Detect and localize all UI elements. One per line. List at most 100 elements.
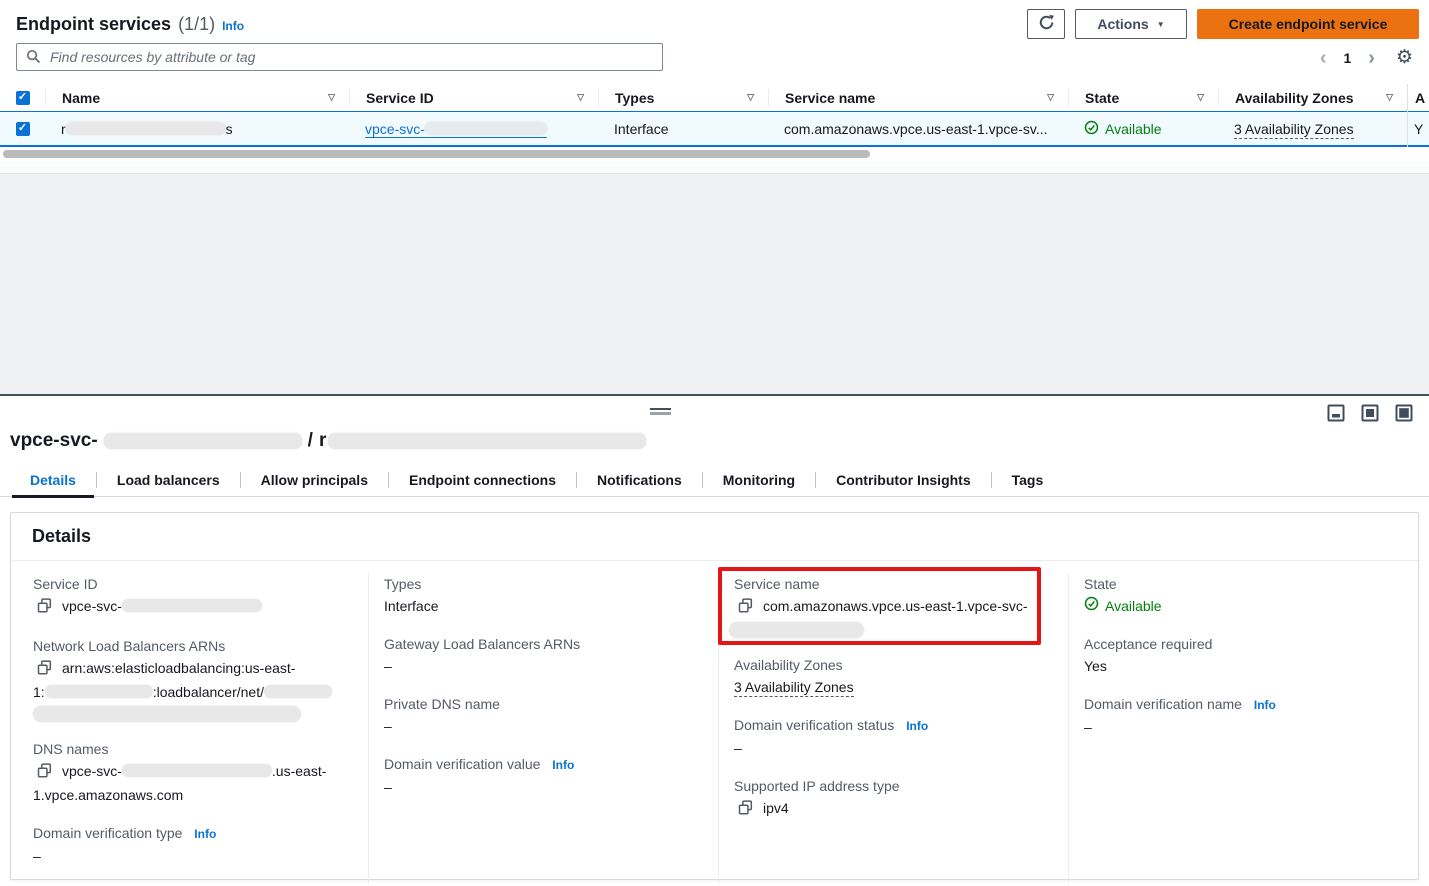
split-panel-maximize-icon[interactable] [1395, 404, 1413, 427]
sort-icon[interactable]: ▽ [577, 92, 598, 103]
previous-page-button[interactable]: ‹ [1320, 48, 1327, 68]
copy-icon[interactable] [37, 765, 52, 781]
details-column-1: Service ID vpce-svc- Network Load Balanc… [11, 573, 368, 883]
copy-icon[interactable] [738, 802, 753, 818]
tab-notifications[interactable]: Notifications [577, 464, 702, 497]
sort-icon[interactable]: ▽ [1197, 92, 1218, 103]
field-supported-ip-type: Supported IP address type ipv4 [734, 775, 1056, 821]
horizontal-scrollbar-thumb[interactable] [3, 150, 870, 158]
column-header-service-id[interactable]: Service ID ▽ [349, 89, 598, 107]
cell-name: rs [45, 121, 349, 137]
endpoint-services-card: Endpoint services (1/1) Info Actions ▼ [0, 0, 1429, 161]
field-types: Types Interface [384, 573, 706, 617]
field-domain-verification-name: Domain verification name Info – [1084, 693, 1406, 738]
cell-state: Available [1068, 120, 1218, 138]
row-checkbox[interactable]: ✓ [16, 122, 30, 136]
refresh-button[interactable] [1027, 9, 1065, 39]
field-availability-zones: Availability Zones 3 Availability Zones [734, 654, 1056, 698]
table-header-row: ✓ Name ▽ Service ID ▽ Types ▽ Service na… [0, 84, 1429, 111]
details-heading: Details [11, 513, 1418, 561]
redacted-text [45, 685, 153, 698]
info-link[interactable]: Info [906, 719, 928, 733]
check-icon: ✓ [18, 123, 27, 134]
column-header-service-name[interactable]: Service name ▽ [768, 89, 1068, 107]
tab-contributor-insights[interactable]: Contributor Insights [816, 464, 991, 497]
tab-load-balancers[interactable]: Load balancers [97, 464, 240, 497]
field-private-dns-name: Private DNS name – [384, 693, 706, 737]
header-checkbox-cell: ✓ [0, 91, 45, 105]
cell-availability-zones: 3 Availability Zones [1218, 121, 1407, 137]
split-panel-side-icon[interactable] [1361, 404, 1379, 427]
field-service-id: Service ID vpce-svc- [33, 573, 356, 619]
info-link[interactable]: Info [1254, 698, 1276, 712]
availability-zones-popover-link[interactable]: 3 Availability Zones [734, 679, 854, 697]
field-dns-names: DNS names vpce-svc-.us-east- 1.vpce.amaz… [33, 738, 356, 806]
tab-tags[interactable]: Tags [992, 464, 1064, 497]
search-input[interactable] [16, 43, 663, 71]
copy-icon[interactable] [37, 662, 52, 678]
field-domain-verification-type: Domain verification type Info – [33, 822, 356, 867]
redacted-text [33, 706, 301, 722]
actions-button[interactable]: Actions ▼ [1075, 9, 1187, 39]
caret-down-icon: ▼ [1157, 20, 1165, 29]
select-all-checkbox[interactable]: ✓ [16, 91, 30, 105]
page-title: Endpoint services [16, 14, 171, 35]
split-panel-drag-handle[interactable] [650, 408, 671, 415]
cell-types: Interface [598, 121, 768, 137]
column-header-types[interactable]: Types ▽ [598, 89, 768, 107]
split-panel-title: vpce-svc- / r [10, 430, 646, 452]
details-column-3: Service name com.amazonaws.vpce.us-east-… [718, 573, 1068, 883]
field-service-name: Service name com.amazonaws.vpce.us-east-… [734, 573, 1056, 638]
tab-monitoring[interactable]: Monitoring [703, 464, 815, 497]
redacted-text [66, 122, 226, 135]
info-link[interactable]: Info [552, 758, 574, 772]
availability-zones-popover-link[interactable]: 3 Availability Zones [1234, 121, 1354, 139]
sort-icon[interactable]: ▽ [328, 92, 349, 103]
horizontal-scrollbar [0, 150, 1429, 158]
split-panel-bottom-icon[interactable] [1327, 404, 1345, 427]
pagination: ‹ 1 › ⚙ [1320, 46, 1413, 69]
field-acceptance-required: Acceptance required Yes [1084, 633, 1406, 677]
redacted-text [264, 685, 332, 698]
field-state: State Available [1084, 573, 1406, 617]
redacted-text [122, 599, 262, 612]
table-row[interactable]: ✓ rs vpce-svc- Interface com.amazonaws.v… [0, 111, 1429, 147]
filter-row: ‹ 1 › ⚙ [16, 43, 1413, 73]
resource-count: (1/1) [178, 14, 215, 35]
sort-icon[interactable]: ▽ [1386, 92, 1407, 103]
card-footer-strip [0, 161, 1429, 174]
info-link[interactable]: Info [194, 827, 216, 841]
tab-allow-principals[interactable]: Allow principals [241, 464, 388, 497]
endpoint-services-page: Endpoint services (1/1) Info Actions ▼ [0, 0, 1429, 886]
field-nlb-arns: Network Load Balancers ARNs arn:aws:elas… [33, 635, 356, 722]
field-gateway-lb-arns: Gateway Load Balancers ARNs – [384, 633, 706, 677]
column-header-availability-zones[interactable]: Availability Zones ▽ [1218, 89, 1407, 107]
tab-details[interactable]: Details [10, 464, 96, 497]
next-page-button[interactable]: › [1368, 48, 1375, 68]
service-id-link[interactable]: vpce-svc- [365, 121, 547, 138]
create-endpoint-service-button[interactable]: Create endpoint service [1197, 9, 1419, 39]
table-settings-gear-icon[interactable]: ⚙ [1396, 46, 1413, 69]
field-domain-verification-status: Domain verification status Info – [734, 714, 1056, 759]
sort-icon[interactable]: ▽ [1047, 92, 1068, 103]
sort-icon[interactable]: ▽ [747, 92, 768, 103]
check-icon: ✓ [18, 92, 27, 103]
info-link[interactable]: Info [222, 19, 244, 33]
column-header-acceptance-clipped[interactable]: A [1407, 89, 1429, 107]
status-available-icon [1084, 120, 1099, 138]
page-header: Endpoint services (1/1) Info Actions ▼ [16, 8, 1419, 40]
tab-endpoint-connections[interactable]: Endpoint connections [389, 464, 576, 497]
details-column-4: State Available Acceptance required [1068, 573, 1418, 883]
tab-bar: Details Load balancers Allow principals … [0, 464, 1429, 497]
copy-icon[interactable] [738, 600, 753, 616]
column-header-name[interactable]: Name ▽ [45, 89, 349, 107]
refresh-icon [1038, 14, 1055, 34]
copy-icon[interactable] [37, 600, 52, 616]
cell-service-name: com.amazonaws.vpce.us-east-1.vpce-sv... [768, 121, 1068, 137]
redacted-text [104, 433, 302, 449]
split-panel: vpce-svc- / r Details Load balancers All… [0, 394, 1429, 886]
current-page-number[interactable]: 1 [1343, 50, 1351, 66]
details-column-2: Types Interface Gateway Load Balancers A… [368, 573, 718, 883]
column-header-state[interactable]: State ▽ [1068, 89, 1218, 107]
split-panel-layout-controls [1327, 404, 1413, 427]
